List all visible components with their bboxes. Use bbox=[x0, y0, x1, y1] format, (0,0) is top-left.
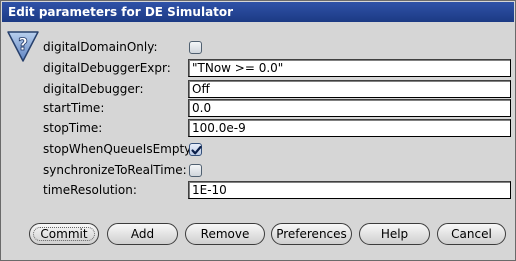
svg-text:?: ? bbox=[18, 35, 28, 55]
param-label: digitalDebuggerExpr: bbox=[43, 61, 171, 75]
param-checkbox[interactable] bbox=[189, 143, 202, 156]
window-title: Edit parameters for DE Simulator bbox=[8, 5, 234, 19]
cancel-button[interactable]: Cancel bbox=[437, 223, 506, 245]
commit-button[interactable]: Commit bbox=[29, 223, 99, 245]
param-text-field[interactable]: 100.0e-9 bbox=[188, 119, 511, 137]
help-button[interactable]: Help bbox=[359, 223, 430, 245]
param-text-field[interactable]: 0.0 bbox=[188, 99, 511, 117]
param-text-field[interactable]: 1E-10 bbox=[188, 181, 511, 199]
param-label: stopTime: bbox=[43, 121, 103, 135]
param-label: stopWhenQueueIsEmpty: bbox=[43, 142, 195, 156]
title-bar[interactable]: Edit parameters for DE Simulator bbox=[2, 2, 514, 22]
preferences-button[interactable]: Preferences bbox=[271, 223, 352, 245]
dialog-window: Edit parameters for DE Simulator ? digit… bbox=[0, 0, 516, 261]
param-checkbox[interactable] bbox=[189, 164, 202, 177]
remove-button[interactable]: Remove bbox=[185, 223, 265, 245]
param-label: timeResolution: bbox=[43, 183, 137, 197]
param-label: synchronizeToRealTime: bbox=[43, 163, 187, 177]
param-label: digitalDebugger: bbox=[43, 82, 144, 96]
add-button[interactable]: Add bbox=[107, 223, 178, 245]
param-label: startTime: bbox=[43, 101, 105, 115]
checkmark-icon bbox=[191, 145, 202, 155]
button-bar: Commit Add Remove Preferences Help Cance… bbox=[1, 217, 516, 251]
param-text-field[interactable]: Off bbox=[188, 80, 511, 98]
param-text-field[interactable]: "TNow >= 0.0" bbox=[188, 59, 511, 77]
param-label: digitalDomainOnly: bbox=[43, 40, 158, 54]
param-checkbox[interactable] bbox=[189, 41, 202, 54]
question-mark-icon: ? bbox=[7, 31, 39, 62]
